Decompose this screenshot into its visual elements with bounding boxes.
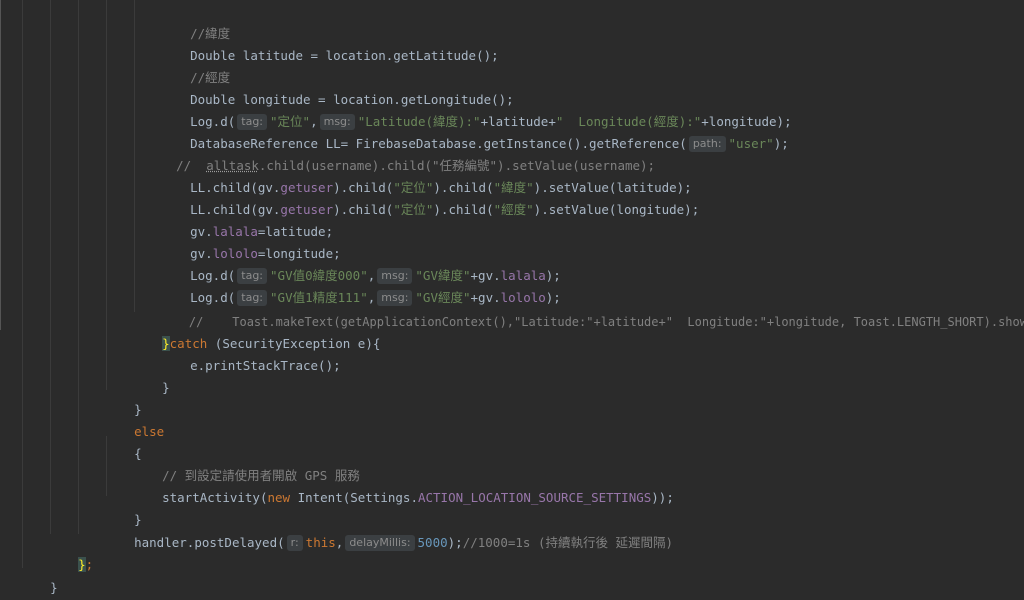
code-editor[interactable]: //緯度 Double latitude = location.getLatit… [0,0,1024,600]
code-text: , [335,535,344,550]
code-line-26[interactable]: } [20,555,58,595]
code-text: ); [773,136,789,151]
keyword-new: new [267,490,291,505]
code-line-3[interactable]: //經度 [160,45,230,85]
code-line-15[interactable]: }catch (SecurityException e){ [132,311,380,351]
code-line-24[interactable]: handler.postDelayed(r: this, delayMillis: 5… [104,510,673,551]
comment-delay: //1000=1s (持續執行後 延遲間隔) [462,535,674,550]
param-hint-path: path: [688,136,726,152]
code-line-14[interactable]: // Toast.makeText(getApplicationContext(… [160,289,1024,329]
code-text: ).child( [433,202,494,217]
indent-guide [22,0,23,568]
code-line-10[interactable]: gv.lalala=latitude; [160,199,333,239]
indent-guide [106,0,107,390]
string-literal: "user" [728,136,774,151]
code-line-21[interactable]: // 到設定請使用者開啟 GPS 服務 [132,443,360,483]
code-line-19[interactable]: else [104,399,164,439]
code-line-13[interactable]: Log.d(tag: "GV值1精度111", msg: "GV經度"+gv.lolo… [160,265,561,306]
code-line-23[interactable]: } [104,487,142,527]
indent-guide [134,0,135,312]
code-line-9[interactable]: LL.child(gv.getuser).child("定位").child("… [160,177,699,217]
indent-guide [78,0,79,534]
code-text: Double latitude = location.getLatitude()… [190,48,499,63]
code-line-5[interactable]: Log.d(tag: "定位", msg: "Latitude(緯度):"+latit… [160,89,792,130]
indent-guide [50,0,51,534]
param-hint-r: r: [286,535,303,551]
string-literal: "定位" [393,202,434,217]
number-literal: 5000 [417,535,448,550]
param-hint-delay: delayMillis: [345,535,415,551]
code-line-16[interactable]: e.printStackTrace(); [160,333,341,373]
code-line-8[interactable]: LL.child(gv.getuser).child("定位").child("… [160,155,692,195]
code-text: )); [651,490,674,505]
code-line-18[interactable]: } [104,377,142,417]
code-text: startActivity( [162,490,268,505]
code-text: Intent(Settings. [290,490,418,505]
code-line-1[interactable]: //緯度 [160,1,230,41]
code-text: } [162,380,170,395]
string-literal: "經度" [493,202,534,217]
code-line-2[interactable]: Double latitude = location.getLatitude()… [160,23,499,63]
code-text: } [50,580,58,595]
code-text: e.printStackTrace(); [190,358,341,373]
code-text: ); [447,535,463,550]
code-text: handler.postDelayed( [134,535,285,550]
field-ref: ACTION_LOCATION_SOURCE_SETTINGS [417,490,652,505]
matched-brace: } [78,557,86,572]
code-text: ).setValue(longitude); [533,202,700,217]
code-line-7[interactable]: // alltask.child(username).child("任務編號")… [146,133,655,173]
code-text: ).child( [333,202,394,217]
code-line-11[interactable]: gv.lololo=longitude; [160,221,341,261]
code-line-25[interactable]: }; [48,532,93,572]
semicolon: ; [85,557,94,572]
keyword-this: this [305,535,336,550]
code-line-4[interactable]: Double longitude = location.getLongitude… [160,67,514,107]
code-line-12[interactable]: Log.d(tag: "GV值0緯度000", msg: "GV緯度"+gv.lala… [160,243,561,284]
code-line-22[interactable]: startActivity(new Intent(Settings.ACTION… [132,465,674,505]
code-line-6[interactable]: DatabaseReference LL= FirebaseDatabase.g… [160,111,789,152]
code-line-17[interactable]: } [132,355,170,395]
code-line-20[interactable]: { [104,421,142,461]
change-marker [0,0,1,330]
